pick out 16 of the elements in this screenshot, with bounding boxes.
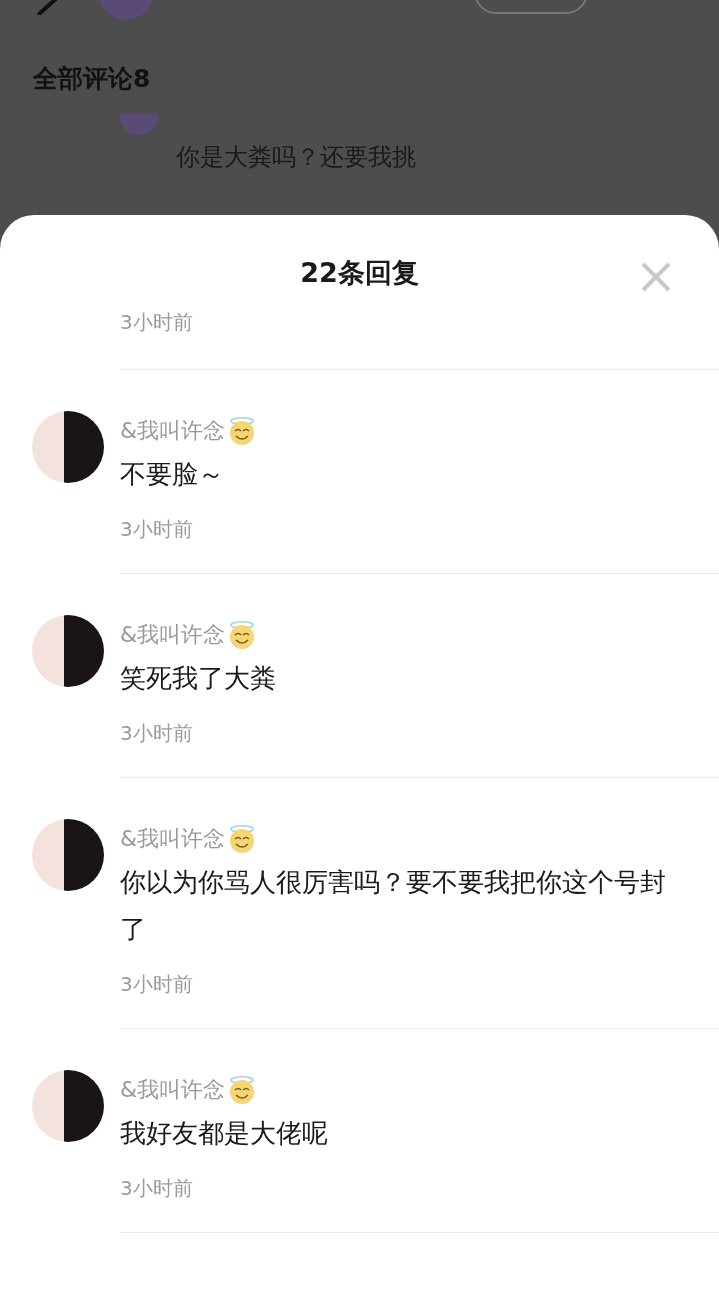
sheet-title: 22条回复 — [300, 256, 419, 290]
reply-time: 3小时前 — [120, 1175, 194, 1202]
user-name[interactable]: &我叫许念 — [120, 824, 226, 854]
reply-text: 不要脸～ — [120, 458, 225, 491]
section-title: 全部评论8 — [33, 63, 152, 95]
reply-text: 我好友都是大佬呢 — [120, 1117, 329, 1150]
avatar — [120, 113, 158, 135]
reply-text: 你以为你骂人很厉害吗？要不要我把你这个号封了 — [120, 866, 667, 946]
reply-time: 3小时前 — [120, 971, 194, 998]
user-name[interactable]: &我叫许念 — [120, 620, 226, 650]
reply-text: 笑死我了大粪 — [120, 662, 277, 695]
reply-time: 3小时前 — [120, 720, 194, 747]
user-name[interactable]: &我叫许念 — [120, 1075, 226, 1105]
reply-time: 3小时前 — [120, 309, 193, 336]
user-name[interactable]: &我叫许念 — [120, 416, 226, 446]
reply-time: 3小时前 — [120, 516, 194, 543]
